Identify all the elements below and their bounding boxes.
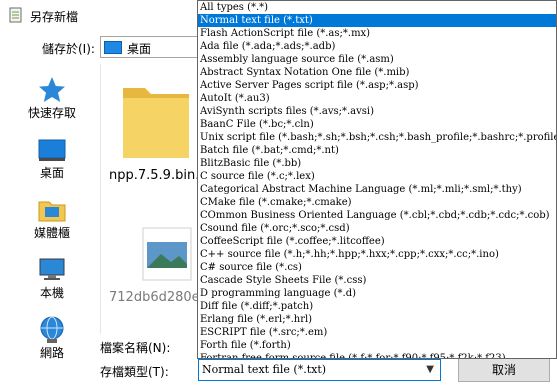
place-this-pc[interactable]: 本機: [8, 248, 96, 304]
file-type-option[interactable]: Erlang file (*.erl;*.hrl): [198, 313, 556, 326]
file-type-dropdown[interactable]: Normal text file (*.txt) ▼: [198, 359, 441, 381]
file-type-option[interactable]: CMake file (*.cmake;*.cmake): [198, 196, 556, 209]
file-type-option[interactable]: Ada file (*.ada;*.ads;*.adb): [198, 40, 556, 53]
file-type-option[interactable]: COmmon Business Oriented Language (*.cbl…: [198, 209, 556, 222]
file-type-option[interactable]: Diff file (*.diff;*.patch): [198, 300, 556, 313]
image-file-item[interactable]: [137, 224, 197, 284]
save-as-dialog: 另存新檔 儲存於(I): 桌面 快速存取 桌面 媒體櫃 本機 網路 npp.7.…: [0, 0, 557, 388]
file-type-option[interactable]: Normal text file (*.txt): [198, 14, 556, 27]
star-icon: [39, 77, 65, 102]
place-label: 桌面: [39, 166, 64, 180]
file-type-option[interactable]: Flash ActionScript file (*.as;*.mx): [198, 27, 556, 40]
file-list-view[interactable]: npp.7.5.9.bin.x6 712db6d280e7: [100, 64, 200, 334]
place-label: 網路: [39, 346, 64, 360]
file-type-option[interactable]: Unix script file (*.bash;*.sh;*.bsh;*.cs…: [198, 131, 556, 144]
library-icon: [38, 201, 66, 222]
desktop-icon: [38, 139, 66, 161]
file-type-option[interactable]: ESCRIPT file (*.src;*.em): [198, 326, 556, 339]
place-label: 媒體櫃: [33, 226, 70, 240]
chevron-down-icon: ▼: [426, 364, 434, 375]
image-file-icon: [142, 227, 192, 281]
place-label: 本機: [39, 286, 64, 300]
file-type-option[interactable]: Cascade Style Sheets File (*.css): [198, 274, 556, 287]
file-type-option[interactable]: All types (*.*): [198, 1, 556, 14]
file-type-option[interactable]: D programming language (*.d): [198, 287, 556, 300]
place-libraries[interactable]: 媒體櫃: [8, 188, 96, 244]
file-type-option[interactable]: Batch file (*.bat;*.cmd;*.nt): [198, 144, 556, 157]
save-in-label: 儲存於(I):: [42, 42, 95, 56]
file-type-option[interactable]: AviSynth scripts files (*.avs;*.avsi): [198, 105, 556, 118]
file-type-option[interactable]: BlitzBasic file (*.bb): [198, 157, 556, 170]
file-name-field-label: 檔案名稱(N):: [100, 341, 171, 355]
window-title: 另存新檔: [30, 10, 79, 24]
file-type-option[interactable]: Abstract Syntax Notation One file (*.mib…: [198, 66, 556, 79]
save-in-dropdown[interactable]: 桌面: [100, 36, 200, 58]
desktop-folder-icon: [104, 41, 122, 54]
file-type-option[interactable]: C++ source file (*.h;*.hh;*.hpp;*.hxx;*.…: [198, 248, 556, 261]
place-network[interactable]: 網路: [8, 308, 96, 364]
file-name-label: npp.7.5.9.bin.x6: [109, 168, 200, 183]
file-type-field-label: 存檔類型(T):: [100, 365, 169, 379]
file-type-option[interactable]: C# source file (*.cs): [198, 261, 556, 274]
file-type-option[interactable]: Csound file (*.orc;*.sco;*.csd): [198, 222, 556, 235]
file-type-option[interactable]: Assembly language source file (*.asm): [198, 53, 556, 66]
file-type-option[interactable]: Forth file (*.forth): [198, 339, 556, 352]
places-bar: 快速存取 桌面 媒體櫃 本機 網路: [8, 64, 96, 364]
file-type-option[interactable]: C source file (*.c;*.lex): [198, 170, 556, 183]
network-icon: [40, 316, 64, 343]
file-type-option[interactable]: Active Server Pages script file (*.asp;*…: [198, 79, 556, 92]
file-name-label: 712db6d280e7: [109, 290, 200, 305]
cancel-button[interactable]: 取消: [458, 358, 550, 382]
place-desktop[interactable]: 桌面: [8, 128, 96, 184]
file-type-option[interactable]: Categorical Abstract Machine Language (*…: [198, 183, 556, 196]
file-type-option[interactable]: AutoIt (*.au3): [198, 92, 556, 105]
file-type-option[interactable]: BaanC File (*.bc;*.cln): [198, 118, 556, 131]
place-label: 快速存取: [27, 106, 76, 120]
file-type-dropdown-list[interactable]: All types (*.*) Normal text file (*.txt) F…: [197, 0, 557, 359]
computer-icon: [39, 258, 65, 280]
file-type-option[interactable]: Fortran free form source file (*.f;*.for…: [198, 352, 556, 358]
folder-icon: [123, 88, 189, 158]
save-in-value: 桌面: [127, 42, 152, 56]
file-type-value: Normal text file (*.txt): [202, 363, 327, 376]
place-quick-access[interactable]: 快速存取: [8, 68, 96, 124]
notepad-app-icon: [9, 7, 22, 23]
file-type-option[interactable]: CoffeeScript file (*.coffee;*.litcoffee): [198, 235, 556, 248]
